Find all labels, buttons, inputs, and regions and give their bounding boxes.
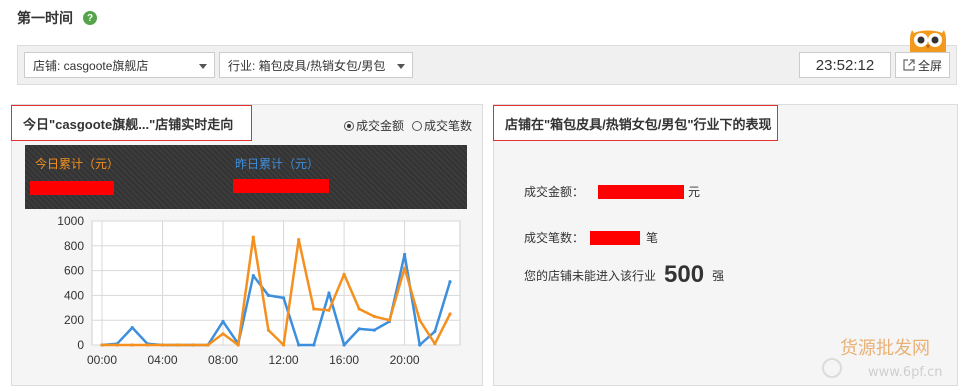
series-point-1 bbox=[387, 318, 392, 322]
series-point-1 bbox=[433, 342, 437, 346]
realtime-trend-chart: 0 200 400 600 800 1000 00:00 04:00 08:00 12:00 16:… bbox=[57, 215, 461, 367]
series-point-1 bbox=[206, 343, 210, 347]
series-point-1 bbox=[357, 307, 361, 311]
series-point-0 bbox=[221, 319, 225, 324]
clock-display: 23:52:12 bbox=[799, 52, 891, 78]
count-label: 成交笔数： bbox=[524, 231, 585, 245]
today-total-label: 今日累计（元） bbox=[35, 157, 120, 171]
series-point-1 bbox=[266, 328, 271, 332]
series-point-1 bbox=[372, 314, 376, 319]
radio-count[interactable]: 成交笔数 bbox=[411, 117, 472, 134]
chevron-down-icon bbox=[199, 64, 207, 69]
series-point-1 bbox=[191, 343, 195, 347]
amount-label: 成交金额： bbox=[524, 185, 585, 199]
y-tick-label: 200 bbox=[64, 313, 84, 327]
amount-unit: 元 bbox=[688, 185, 701, 199]
industry-select[interactable]: 行业: 箱包皮具/热销女包/男包 bbox=[219, 52, 413, 78]
industry-select-label: 行业: 箱包皮具/热销女包/男包 bbox=[228, 58, 386, 73]
count-redaction bbox=[590, 230, 641, 245]
series-point-1 bbox=[448, 312, 452, 316]
series-point-0 bbox=[418, 343, 422, 347]
industry-performance-title: 店铺在"箱包皮具/热销女包/男包"行业下的表现 bbox=[493, 105, 778, 141]
series-point-1 bbox=[418, 318, 422, 322]
rank-row: 您的店铺未能进入该行业 500 强 bbox=[524, 261, 724, 289]
series-point-0 bbox=[297, 343, 301, 347]
count-unit: 笔 bbox=[646, 231, 659, 245]
yesterday-total-redaction bbox=[233, 179, 329, 193]
watermark-line2: www.6pf.cn bbox=[868, 365, 943, 380]
series-point-1 bbox=[100, 343, 104, 347]
y-tick-label: 600 bbox=[64, 264, 84, 278]
series-point-1 bbox=[145, 343, 149, 347]
series-point-1 bbox=[327, 308, 331, 312]
y-tick-label: 800 bbox=[64, 239, 84, 253]
series-point-0 bbox=[266, 293, 271, 297]
x-tick-label: 12:00 bbox=[269, 353, 299, 367]
series-point-1 bbox=[251, 235, 255, 239]
realtime-trend-panel: 今日"casgoote旗舰..."店铺实时走向 成交金额 成交笔数 今日累计（元… bbox=[11, 104, 483, 386]
series-point-0 bbox=[372, 328, 376, 332]
series-point-1 bbox=[403, 266, 407, 270]
fullscreen-button[interactable]: 全屏 bbox=[895, 52, 950, 78]
series-point-0 bbox=[433, 329, 437, 333]
series-point-1 bbox=[236, 343, 240, 347]
realtime-trend-title: 今日"casgoote旗舰..."店铺实时走向 bbox=[11, 105, 252, 141]
series-point-1 bbox=[115, 343, 119, 347]
series-point-0 bbox=[130, 326, 134, 330]
series-point-0 bbox=[312, 343, 316, 347]
owl-mascot-icon bbox=[910, 30, 946, 52]
radio-amount-label: 成交金额 bbox=[355, 119, 404, 133]
x-tick-label: 16:00 bbox=[329, 353, 359, 367]
watermark-line1: 货源批发网 bbox=[840, 338, 930, 359]
series-point-0 bbox=[327, 291, 331, 295]
series-point-0 bbox=[342, 343, 346, 347]
y-tick-label: 0 bbox=[77, 338, 84, 352]
series-point-0 bbox=[448, 280, 452, 284]
series-point-0 bbox=[357, 327, 361, 331]
x-tick-label: 20:00 bbox=[390, 353, 420, 367]
y-tick-label: 1000 bbox=[57, 215, 84, 228]
shop-select-label: 店铺: casgoote旗舰店 bbox=[33, 58, 149, 73]
rank-value: 500 bbox=[664, 261, 705, 288]
y-tick-label: 400 bbox=[64, 288, 84, 302]
x-tick-label: 08:00 bbox=[208, 353, 238, 367]
series-point-1 bbox=[160, 343, 165, 347]
radio-checked-icon bbox=[343, 120, 354, 131]
external-link-icon bbox=[903, 59, 915, 71]
series-point-0 bbox=[251, 273, 255, 278]
series-point-0 bbox=[281, 296, 286, 300]
amount-row: 成交金额： 元 bbox=[524, 183, 700, 200]
series-point-0 bbox=[403, 252, 407, 257]
radio-amount[interactable]: 成交金额 bbox=[343, 117, 404, 134]
site-watermark: 货源批发网 www.6pf.cn bbox=[822, 338, 943, 380]
series-point-1 bbox=[281, 343, 286, 347]
toolbar: 店铺: casgoote旗舰店 行业: 箱包皮具/热销女包/男包 23:52:1… bbox=[17, 45, 957, 85]
page-title: 第一时间 ? bbox=[17, 8, 97, 28]
shop-select[interactable]: 店铺: casgoote旗舰店 bbox=[24, 52, 215, 78]
series-point-1 bbox=[176, 343, 180, 347]
amount-redaction bbox=[598, 184, 685, 199]
metric-radio-group: 成交金额 成交笔数 bbox=[343, 117, 472, 134]
radio-count-label: 成交笔数 bbox=[423, 119, 472, 133]
count-row: 成交笔数： 笔 bbox=[524, 229, 658, 246]
help-icon[interactable]: ? bbox=[83, 11, 97, 25]
rank-prefix: 您的店铺未能进入该行业 bbox=[524, 268, 657, 283]
rank-suffix: 强 bbox=[712, 268, 725, 283]
series-point-1 bbox=[342, 272, 346, 276]
chevron-down-icon bbox=[397, 64, 405, 69]
x-tick-label: 04:00 bbox=[148, 353, 178, 367]
series-point-1 bbox=[221, 332, 225, 336]
page-title-text: 第一时间 bbox=[17, 10, 73, 26]
x-tick-label: 00:00 bbox=[87, 353, 117, 367]
cumulative-summary: 今日累计（元） 昨日累计（元） bbox=[25, 145, 467, 209]
radio-unchecked-icon bbox=[411, 120, 422, 131]
fullscreen-label: 全屏 bbox=[917, 58, 942, 73]
yesterday-total-label: 昨日累计（元） bbox=[235, 157, 320, 171]
series-point-1 bbox=[297, 238, 301, 242]
series-point-1 bbox=[130, 343, 134, 347]
today-total-redaction bbox=[30, 181, 114, 195]
series-point-1 bbox=[312, 307, 316, 311]
